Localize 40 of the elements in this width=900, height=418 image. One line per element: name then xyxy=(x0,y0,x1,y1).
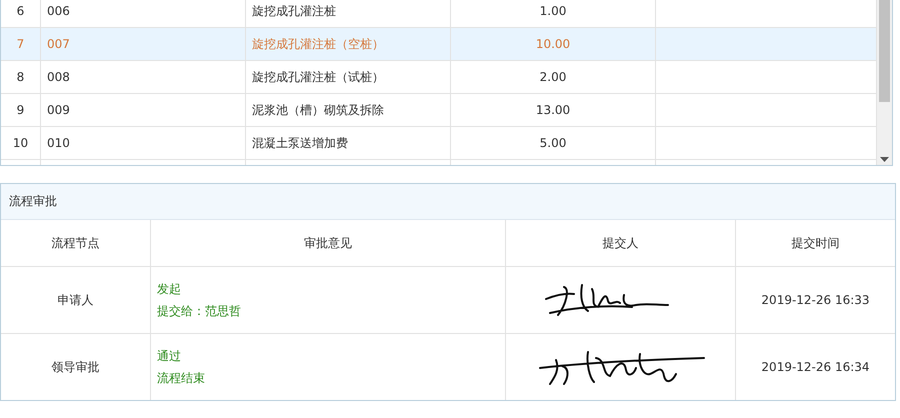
row-number: 8 xyxy=(16,70,24,84)
quantity-text: 5.00 xyxy=(540,136,566,150)
column-header: 流程节点 xyxy=(52,234,100,252)
code-text: 008 xyxy=(47,70,70,84)
quantity-text: 13.00 xyxy=(536,103,570,117)
scrollbar[interactable] xyxy=(877,0,892,165)
row-number: 10 xyxy=(12,136,28,150)
node-text: 领导审批 xyxy=(52,358,100,376)
code-text: 006 xyxy=(47,4,70,18)
code-text: 009 xyxy=(47,103,70,117)
item-name-text: 混凝土泵送增加费 xyxy=(252,134,348,152)
quantity-text: 1.00 xyxy=(540,4,566,18)
item-name-text: 泥浆池（槽）砌筑及拆除 xyxy=(252,102,384,118)
row-number: 6 xyxy=(16,4,24,18)
table-row[interactable]: 10 010 混凝土泵送增加费 5.00 xyxy=(1,127,877,160)
row-number: 9 xyxy=(16,103,24,117)
row-number: 7 xyxy=(16,37,24,51)
code-text: 010 xyxy=(47,136,70,150)
column-header: 审批意见 xyxy=(304,234,352,252)
item-name-text: 旋挖成孔灌注桩 xyxy=(252,2,336,20)
time-text: 2019-12-26 16:33 xyxy=(761,293,870,307)
code-text: 007 xyxy=(47,37,70,51)
scrollbar-thumb[interactable] xyxy=(879,0,890,102)
column-header: 提交人 xyxy=(602,234,638,252)
time-text: 2019-12-26 16:34 xyxy=(761,360,870,374)
opinion-text: 流程结束 xyxy=(157,370,205,386)
table-row[interactable]: 8 008 旋挖成孔灌注桩（试桩） 2.00 xyxy=(1,61,877,94)
node-text: 申请人 xyxy=(58,292,94,308)
scroll-down-icon[interactable] xyxy=(880,157,889,162)
opinion-text: 发起 xyxy=(157,280,181,298)
quantity-text: 2.00 xyxy=(540,70,566,84)
column-header: 提交时间 xyxy=(792,234,840,252)
opinion-text: 提交给：范思哲 xyxy=(157,302,241,320)
item-name-text: 旋挖成孔灌注桩（试桩） xyxy=(252,68,384,86)
opinion-text: 通过 xyxy=(157,348,181,364)
item-name-text: 旋挖成孔灌注桩（空桩） xyxy=(252,36,384,52)
table-row[interactable]: 6 006 旋挖成孔灌注桩 1.00 xyxy=(1,0,877,28)
table-row[interactable]: 9 009 泥浆池（槽）砌筑及拆除 13.00 xyxy=(1,94,877,127)
panel-title: 流程审批 xyxy=(9,193,57,210)
quantity-text: 10.00 xyxy=(536,37,570,51)
